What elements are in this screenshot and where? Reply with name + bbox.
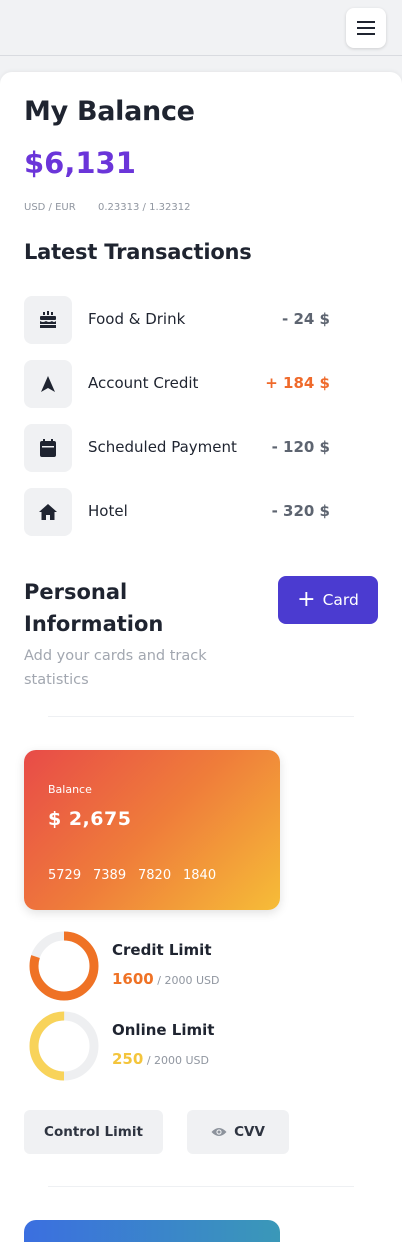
- credit-limit-values: 1600 / 2000 USD: [112, 970, 219, 988]
- credit-limit-title: Credit Limit: [112, 941, 212, 959]
- credit-limit-ring: [29, 931, 99, 1001]
- online-limit-value: 250: [112, 1050, 144, 1068]
- cvv-label: CVV: [234, 1124, 265, 1140]
- divider: [48, 716, 354, 717]
- transaction-label: Hotel: [88, 502, 128, 520]
- transaction-row[interactable]: Hotel - 320 $: [24, 488, 334, 536]
- transaction-row[interactable]: Food & Drink - 24 $: [24, 296, 334, 344]
- currency-pair: USD / EUR: [24, 202, 76, 213]
- transaction-amount: - 120 $: [271, 438, 330, 456]
- online-limit-ring: [29, 1011, 99, 1081]
- transaction-label: Scheduled Payment: [88, 438, 237, 456]
- second-card[interactable]: [24, 1220, 280, 1242]
- divider: [48, 1186, 354, 1187]
- transaction-amount: + 184 $: [265, 374, 330, 392]
- menu-button[interactable]: [346, 8, 386, 48]
- credit-limit-total: / 2000 USD: [157, 974, 220, 987]
- add-card-label: Card: [322, 591, 359, 609]
- card-number-group: 1840: [183, 868, 217, 883]
- cvv-button[interactable]: CVV: [187, 1110, 289, 1154]
- transaction-label: Food & Drink: [88, 310, 186, 328]
- hamburger-menu-icon: [357, 21, 375, 35]
- transaction-amount: - 24 $: [282, 310, 330, 328]
- balance-title: My Balance: [24, 96, 195, 127]
- card-number-group: 7820: [138, 868, 172, 883]
- eye-icon: [211, 1128, 227, 1136]
- personal-info-subtitle: Add your cards and track statistics: [24, 648, 207, 688]
- exchange-rate: 0.23313 / 1.32312: [98, 202, 191, 213]
- card-number-group: 7389: [93, 868, 127, 883]
- home-icon: [39, 504, 57, 520]
- navigation-arrow-icon: [41, 376, 55, 392]
- transaction-row[interactable]: Account Credit + 184 $: [24, 360, 334, 408]
- online-limit-values: 250 / 2000 USD: [112, 1050, 209, 1068]
- plus-icon: +: [297, 587, 316, 612]
- online-limit-title: Online Limit: [112, 1021, 215, 1039]
- personal-info-title: Personal Information: [24, 580, 164, 636]
- top-bar: [0, 0, 402, 56]
- control-limit-label: Control Limit: [44, 1124, 143, 1140]
- card-balance-label: Balance: [48, 783, 92, 796]
- card-number-group: 5729: [48, 868, 82, 883]
- transaction-row[interactable]: Scheduled Payment - 120 $: [24, 424, 334, 472]
- card-balance-amount: $ 2,675: [48, 808, 132, 830]
- transactions-title: Latest Transactions: [24, 240, 252, 264]
- cake-icon: [40, 311, 56, 328]
- balance-amount: $6,131: [24, 146, 136, 180]
- balance-card[interactable]: Balance $ 2,675 5729 7389 7820 1840: [24, 750, 280, 910]
- credit-limit-value: 1600: [112, 970, 154, 988]
- add-card-button[interactable]: + Card: [278, 576, 378, 624]
- control-limit-button[interactable]: Control Limit: [24, 1110, 163, 1154]
- calendar-icon: [40, 439, 56, 457]
- online-limit-total: / 2000 USD: [146, 1054, 210, 1067]
- transaction-amount: - 320 $: [271, 502, 330, 520]
- transaction-label: Account Credit: [88, 374, 199, 392]
